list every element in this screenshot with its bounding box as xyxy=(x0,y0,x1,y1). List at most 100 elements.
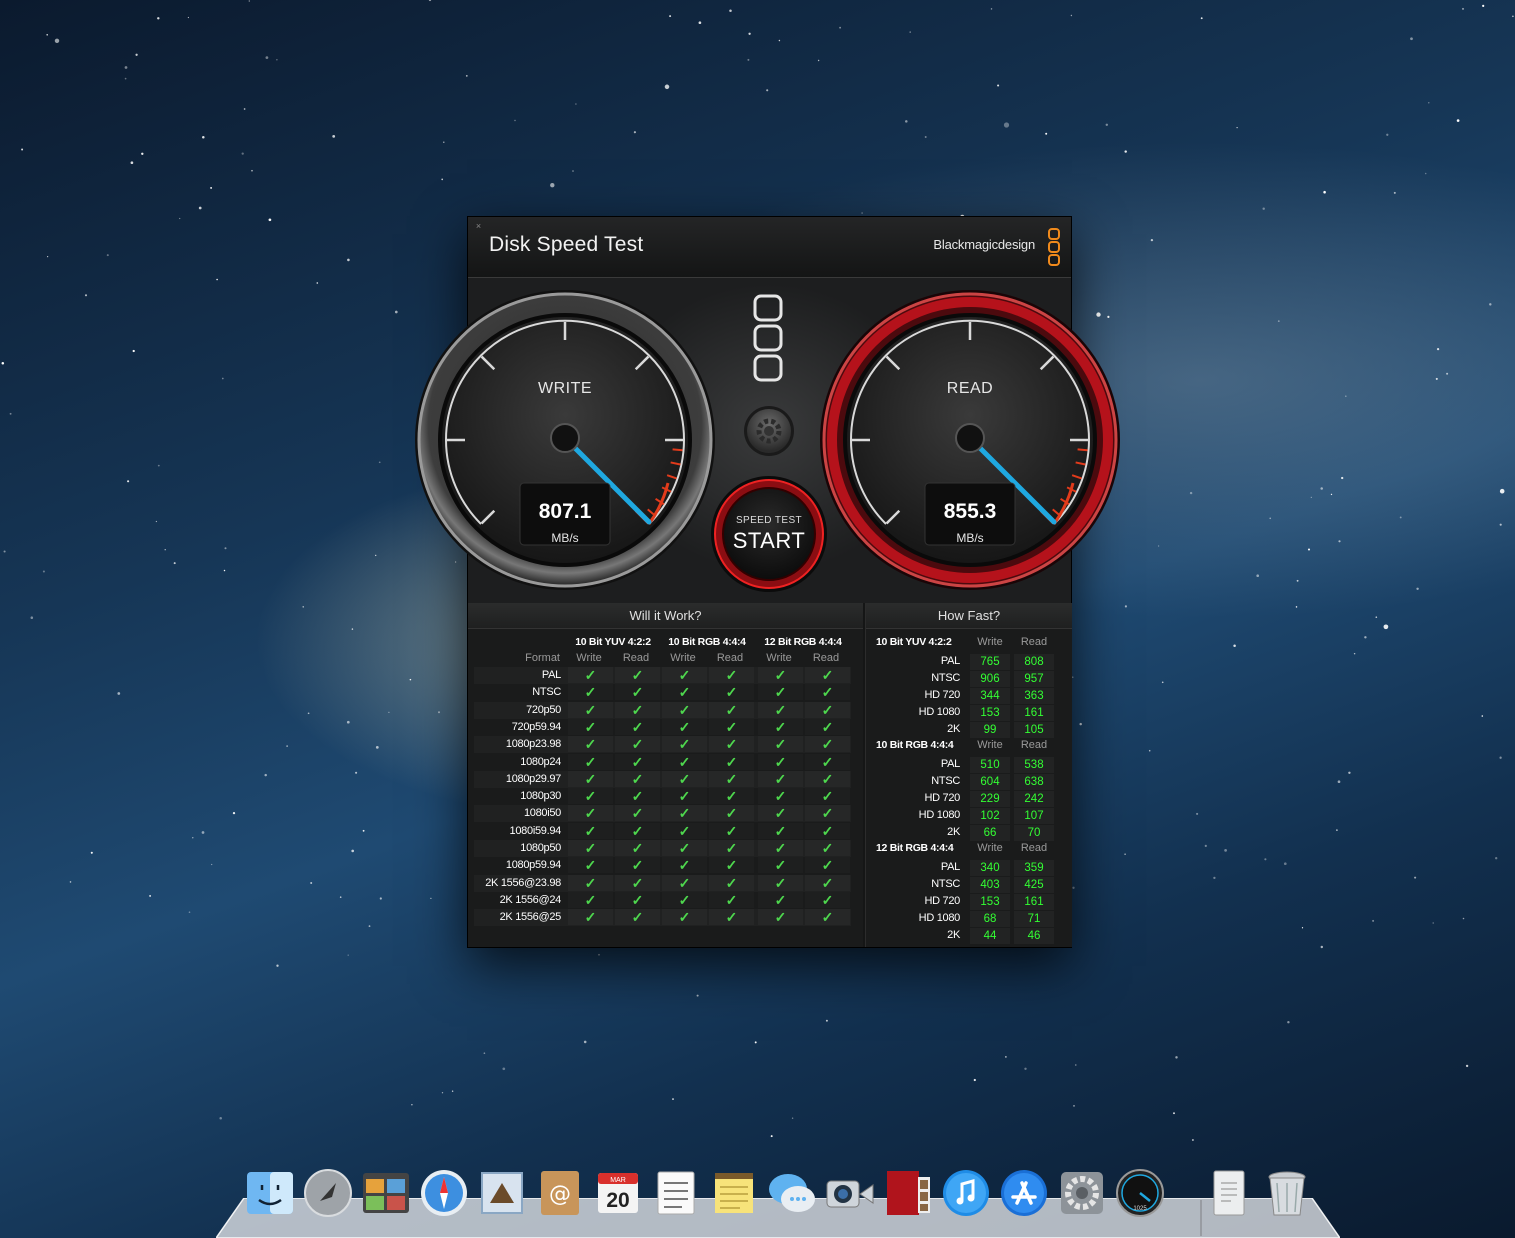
photo-browser-icon[interactable] xyxy=(360,1167,412,1219)
table-row: 720p50 ✓ ✓ ✓ ✓ ✓ ✓ xyxy=(474,701,851,719)
read-gauge-label: READ xyxy=(946,380,994,397)
format-label: HD 720 xyxy=(924,688,961,701)
sub-header-read: Read xyxy=(1020,842,1048,854)
check-icon: ✓ xyxy=(805,874,850,891)
write-gauge-label: WRITE xyxy=(537,380,593,397)
read-speed-cell: 70 xyxy=(1014,824,1054,841)
star xyxy=(155,520,158,523)
check-icon: ✓ xyxy=(662,857,707,874)
star xyxy=(347,258,350,262)
trash-icon[interactable] xyxy=(1261,1167,1313,1219)
star xyxy=(1330,493,1333,496)
star xyxy=(748,32,751,35)
check-icon: ✓ xyxy=(758,891,803,908)
check-icon: ✓ xyxy=(758,701,803,718)
itunes-icon[interactable] xyxy=(940,1167,992,1219)
star xyxy=(1399,516,1402,519)
star xyxy=(339,896,342,898)
facetime-icon[interactable] xyxy=(824,1167,876,1219)
read-speed-cell: 425 xyxy=(1014,876,1054,893)
format-label: 720p59.94 xyxy=(511,720,562,733)
star xyxy=(90,851,93,854)
check-icon: ✓ xyxy=(615,684,660,701)
read-speed-cell: 46 xyxy=(1014,927,1054,944)
star xyxy=(316,282,319,284)
notes-icon[interactable] xyxy=(708,1167,760,1219)
star xyxy=(1079,722,1082,726)
disk-speed-test-window: × Disk Speed Test Blackmagicdesign WRITE… xyxy=(415,216,1120,948)
downloads-icon[interactable] xyxy=(1203,1167,1255,1219)
title-bar[interactable]: × Disk Speed Test Blackmagicdesign xyxy=(468,217,1071,278)
star xyxy=(157,464,160,467)
star xyxy=(409,678,412,681)
star xyxy=(201,831,205,834)
star xyxy=(117,692,121,695)
format-label: 1080p24 xyxy=(520,755,561,768)
check-icon: ✓ xyxy=(615,840,660,856)
star xyxy=(375,554,377,557)
read-speed-cell: 105 xyxy=(1014,721,1054,738)
write-speed-cell: 340 xyxy=(970,859,1010,876)
window-title: Disk Speed Test xyxy=(489,233,644,256)
star xyxy=(135,53,138,56)
check-icon: ✓ xyxy=(568,770,613,787)
star xyxy=(441,178,444,181)
star xyxy=(1414,876,1417,879)
start-button[interactable]: SPEED TEST START xyxy=(713,478,825,590)
star xyxy=(583,1040,587,1044)
star xyxy=(1432,922,1434,924)
safari-icon[interactable] xyxy=(418,1167,470,1219)
star xyxy=(1073,1105,1075,1107)
format-label: NTSC xyxy=(931,774,960,787)
star xyxy=(1462,917,1465,920)
messages-icon[interactable] xyxy=(766,1167,818,1219)
mail-icon[interactable] xyxy=(476,1167,528,1219)
star xyxy=(1393,191,1396,194)
star xyxy=(1196,812,1199,815)
format-label: HD 1080 xyxy=(918,911,961,924)
finder-icon[interactable] xyxy=(244,1167,296,1219)
check-icon: ✓ xyxy=(805,736,850,753)
format-label: 1080i59.94 xyxy=(509,824,562,837)
system-preferences-icon[interactable] xyxy=(1056,1167,1108,1219)
star xyxy=(669,15,672,18)
format-label: PAL xyxy=(940,757,960,770)
star xyxy=(378,461,381,464)
star xyxy=(368,925,371,927)
calendar-icon[interactable]: MAR 20 xyxy=(592,1167,644,1219)
check-icon: ✓ xyxy=(709,684,754,701)
check-icon: ✓ xyxy=(568,857,613,874)
check-icon: ✓ xyxy=(805,684,850,701)
how-fast-group-header: 10 Bit YUV 4:2:2 xyxy=(876,636,952,648)
reminders-icon[interactable] xyxy=(650,1167,702,1219)
disk-speed-test-icon[interactable]: 1025 xyxy=(1114,1167,1166,1219)
write-speed-value: 807.1 xyxy=(538,500,592,523)
star xyxy=(1482,4,1485,8)
check-icon: ✓ xyxy=(615,718,660,735)
close-icon[interactable]: × xyxy=(474,222,483,231)
star xyxy=(1416,587,1419,591)
format-label: 2K 1556@24 xyxy=(499,893,562,906)
star xyxy=(394,310,398,314)
star xyxy=(973,1078,976,1082)
star xyxy=(633,131,637,134)
star xyxy=(210,186,213,189)
write-speed-cell: 229 xyxy=(970,790,1010,807)
launchpad-icon[interactable] xyxy=(302,1167,354,1219)
read-speed-cell: 242 xyxy=(1014,790,1054,807)
star xyxy=(1124,853,1126,855)
photo-booth-icon[interactable] xyxy=(882,1167,934,1219)
write-speed-cell: 344 xyxy=(970,687,1010,704)
star xyxy=(1345,395,1347,397)
check-icon: ✓ xyxy=(615,805,660,822)
star xyxy=(1287,1020,1290,1024)
star xyxy=(443,141,445,143)
star xyxy=(861,212,863,214)
star xyxy=(132,349,135,353)
app-store-icon[interactable] xyxy=(998,1167,1050,1219)
star xyxy=(791,1117,794,1119)
contacts-icon[interactable]: @ xyxy=(534,1167,586,1219)
star xyxy=(202,136,205,139)
write-speed-cell: 66 xyxy=(970,824,1010,841)
will-it-work-table: PAL ✓ ✓ ✓ ✓ ✓ ✓ NTSC ✓ ✓ ✓ ✓ ✓ ✓ 720p50 ✓ ✓ ✓ ✓ ✓ ✓ 720p59.94… xyxy=(474,667,851,933)
